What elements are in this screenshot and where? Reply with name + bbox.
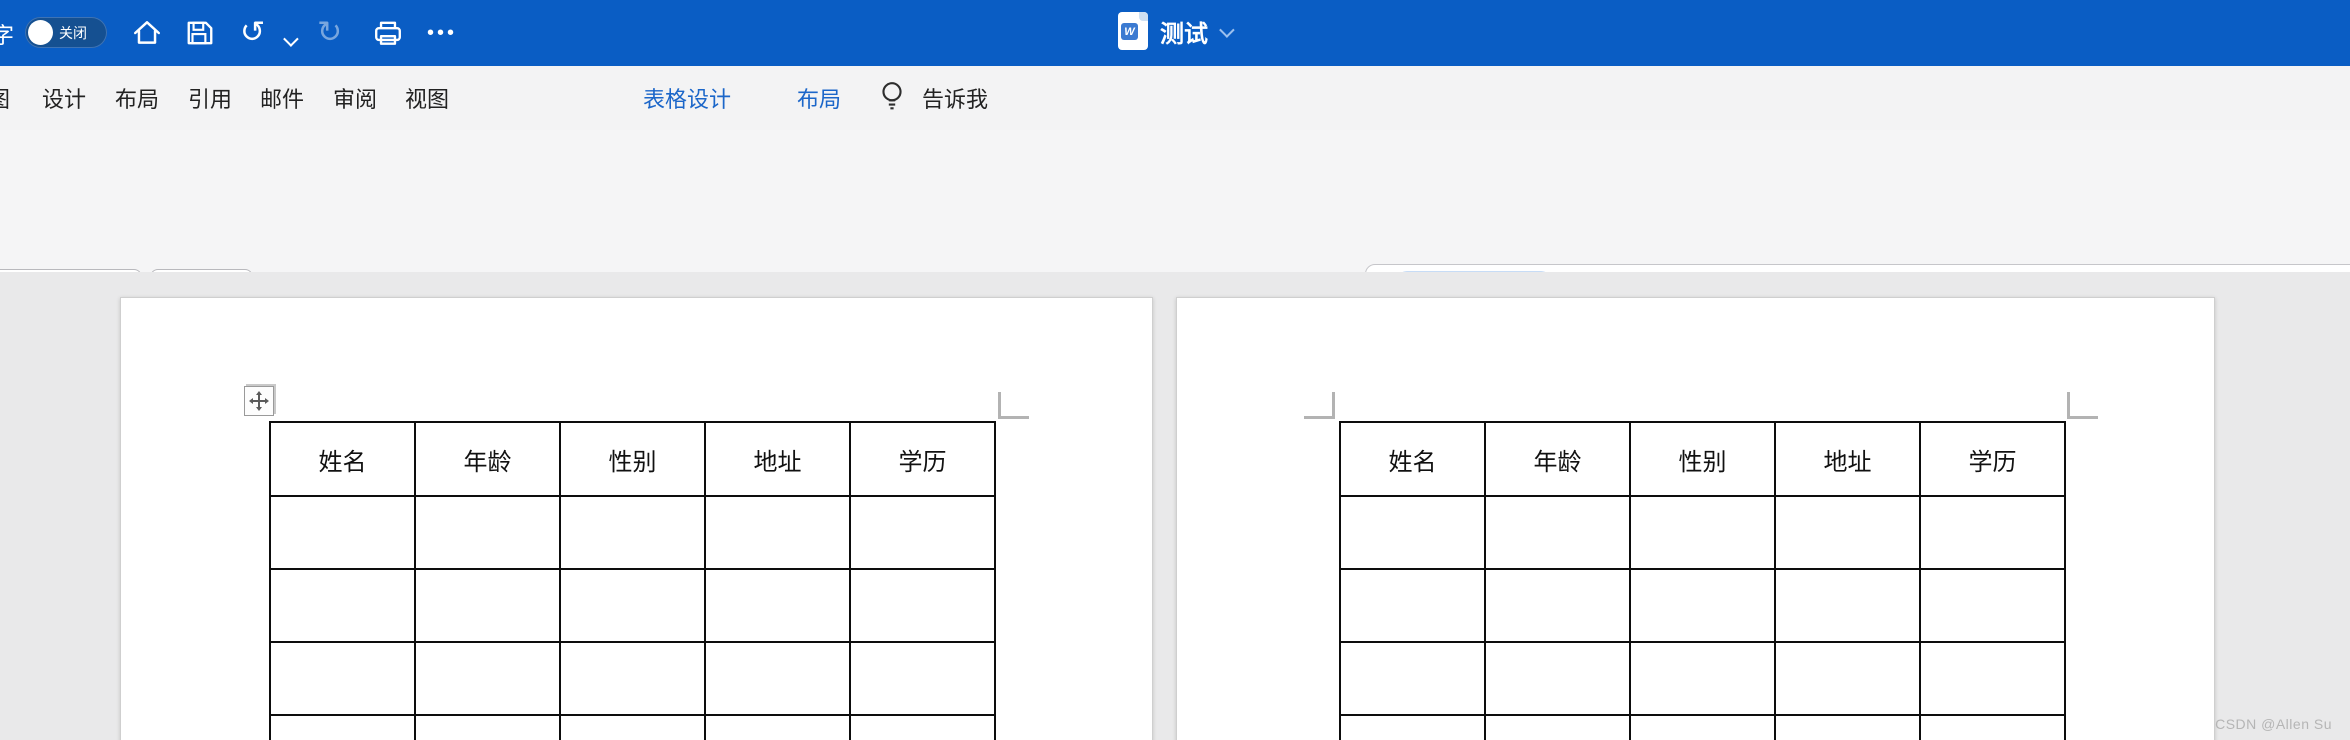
ribbon: 等线 (中文... 五号 A A Aa A abcA A — [0, 130, 2350, 382]
header-cell-age[interactable]: 年龄 — [414, 421, 561, 497]
tab-table-design[interactable]: 表格设计 — [643, 82, 731, 114]
table-row — [269, 495, 996, 570]
table-row — [269, 641, 996, 716]
titlebar-overflow-char: 字 — [0, 23, 15, 48]
table-move-handle-icon[interactable] — [244, 386, 274, 416]
page-2: 姓名 年龄 性别 地址 学历 — [1176, 297, 2215, 740]
margin-corner-mark — [1304, 392, 1335, 419]
header-cell-name[interactable]: 姓名 — [1339, 421, 1486, 497]
ribbon-tab-bar: 图 设计 布局 引用 邮件 审阅 视图 表格设计 布局 告诉我 — [0, 66, 2350, 130]
header-cell-address[interactable]: 地址 — [704, 421, 851, 497]
header-cell-gender[interactable]: 性别 — [1629, 421, 1776, 497]
ribbon-toggle[interactable]: 关闭 — [25, 17, 107, 48]
tab-references[interactable]: 引用 — [188, 82, 232, 114]
document-title-group[interactable]: W 测试 — [1118, 12, 1235, 50]
table-row — [269, 714, 996, 740]
table-row — [1339, 495, 2066, 570]
data-table-page2: 姓名 年龄 性别 地址 学历 — [1339, 421, 2066, 740]
tab-mailings[interactable]: 邮件 — [260, 82, 304, 114]
header-cell-age[interactable]: 年龄 — [1484, 421, 1631, 497]
data-table-page1: 姓名 年龄 性别 地址 学历 — [269, 421, 996, 740]
word-app-window: 字 关闭 ↺ ↻ ••• W 测试 图 设计 布局 引用 — [0, 0, 2350, 740]
save-icon[interactable] — [185, 17, 215, 49]
home-icon[interactable] — [132, 17, 162, 49]
table-row — [269, 568, 996, 643]
more-options-icon[interactable]: ••• — [427, 17, 457, 49]
tab-layout[interactable]: 布局 — [115, 82, 159, 114]
margin-corner-mark — [2067, 392, 2098, 419]
tab-table-layout[interactable]: 布局 — [797, 82, 841, 114]
undo-icon[interactable]: ↺ — [240, 17, 265, 49]
lightbulb-icon — [880, 80, 902, 110]
word-logo-letter: W — [1121, 23, 1138, 40]
header-cell-education[interactable]: 学历 — [849, 421, 996, 497]
header-cell-name[interactable]: 姓名 — [269, 421, 416, 497]
print-icon[interactable] — [373, 17, 403, 49]
document-title[interactable]: 测试 — [1160, 14, 1208, 49]
page-1: 姓名 年龄 性别 地址 学历 — [120, 297, 1153, 740]
header-cell-education[interactable]: 学历 — [1919, 421, 2066, 497]
tab-overflow[interactable]: 图 — [0, 82, 10, 114]
tab-review[interactable]: 审阅 — [333, 82, 377, 114]
tab-design[interactable]: 设计 — [42, 82, 86, 114]
title-chevron-icon[interactable] — [1219, 21, 1235, 38]
word-doc-icon: W — [1118, 12, 1148, 50]
document-canvas: 姓名 年龄 性别 地址 学历 姓名 年龄 性别 地址 学历 CSDN @Alle… — [0, 272, 2350, 740]
title-bar: 字 关闭 ↺ ↻ ••• W 测试 — [0, 0, 2350, 66]
header-cell-gender[interactable]: 性别 — [559, 421, 706, 497]
table-row — [1339, 641, 2066, 716]
table-header-row: 姓名 年龄 性别 地址 学历 — [1339, 421, 2066, 497]
header-cell-address[interactable]: 地址 — [1774, 421, 1921, 497]
csdn-watermark: CSDN @Allen Su — [2215, 716, 2332, 732]
tab-tell-me[interactable]: 告诉我 — [922, 82, 988, 114]
table-header-row: 姓名 年龄 性别 地址 学历 — [269, 421, 996, 497]
margin-corner-mark — [998, 392, 1029, 419]
undo-chevron-icon[interactable] — [283, 24, 299, 56]
redo-icon: ↻ — [317, 16, 343, 49]
toggle-knob — [28, 20, 53, 45]
table-row — [1339, 714, 2066, 740]
table-row — [1339, 568, 2066, 643]
toggle-label: 关闭 — [59, 24, 87, 41]
tab-view[interactable]: 视图 — [405, 82, 449, 114]
